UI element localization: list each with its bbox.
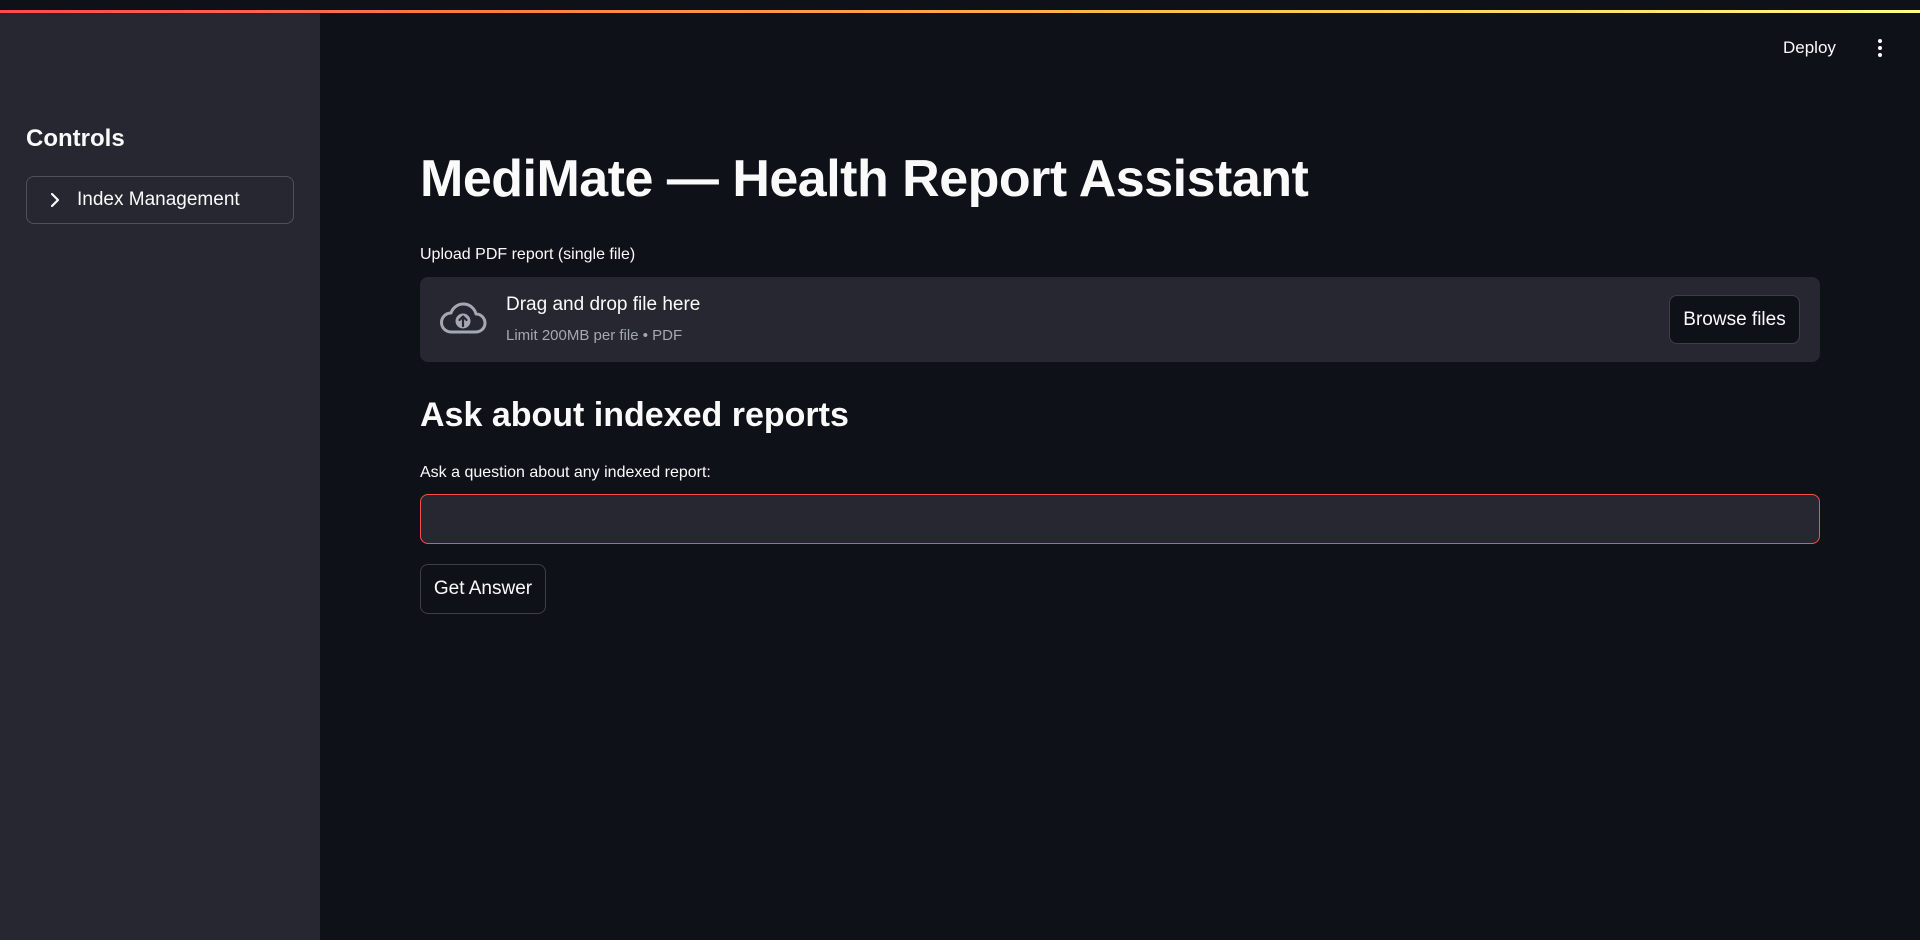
page-title: MediMate — Health Report Assistant <box>420 150 1309 208</box>
get-answer-button[interactable]: Get Answer <box>420 564 546 614</box>
file-dropzone[interactable]: Drag and drop file here Limit 200MB per … <box>420 277 1820 362</box>
question-input[interactable] <box>420 494 1820 544</box>
upload-label: Upload PDF report (single file) <box>420 246 636 263</box>
expander-label: Index Management <box>77 189 240 210</box>
dropzone-instruction: Drag and drop file here <box>506 294 701 315</box>
sidebar-title: Controls <box>26 125 125 152</box>
top-decoration-stripe <box>0 10 1920 13</box>
chevron-right-icon <box>50 192 60 208</box>
deploy-button[interactable]: Deploy <box>1783 38 1836 58</box>
sidebar: Controls Index Management <box>0 13 320 940</box>
question-input-label: Ask a question about any indexed report: <box>420 464 711 481</box>
index-management-expander[interactable]: Index Management <box>26 176 294 224</box>
ask-section-heading: Ask about indexed reports <box>420 396 849 434</box>
dropzone-limit-text: Limit 200MB per file • PDF <box>506 327 683 344</box>
kebab-vertical-icon[interactable] <box>1868 36 1892 60</box>
browse-files-button[interactable]: Browse files <box>1669 295 1800 344</box>
cloud-upload-icon <box>440 302 487 334</box>
